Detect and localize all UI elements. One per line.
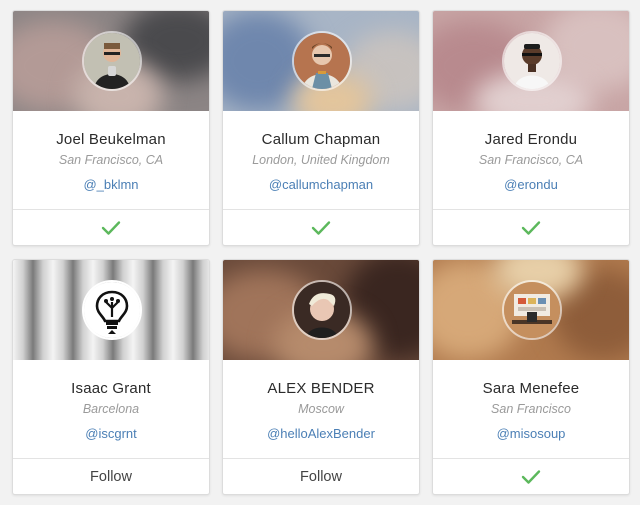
profile-card: Joel Beukelman San Francisco, CA @_bklmn	[12, 10, 210, 246]
profile-location: Barcelona	[82, 402, 140, 416]
checkmark-icon	[101, 220, 121, 236]
follow-button[interactable]: Follow	[13, 458, 209, 494]
profile-location: Moscow	[298, 402, 344, 416]
checkmark-icon	[521, 220, 541, 236]
follow-button[interactable]: Follow	[223, 458, 419, 494]
profile-card: Callum Chapman London, United Kingdom @c…	[222, 10, 420, 246]
profile-name: Jared Erondu	[484, 131, 578, 148]
avatar[interactable]	[292, 31, 352, 91]
checkmark-icon	[521, 469, 541, 485]
profile-card: Sara Menefee San Francisco @misosoup	[432, 259, 630, 495]
avatar[interactable]	[502, 280, 562, 340]
profile-location: San Francisco, CA	[478, 153, 584, 167]
profile-card: ALEX BENDER Moscow @helloAlexBender Foll…	[222, 259, 420, 495]
avatar[interactable]	[502, 31, 562, 91]
profile-name: Joel Beukelman	[56, 131, 166, 148]
profile-location: San Francisco, CA	[58, 153, 164, 167]
profile-handle-link[interactable]: @erondu	[433, 177, 629, 192]
avatar[interactable]	[82, 31, 142, 91]
profile-name: Sara Menefee	[482, 380, 580, 397]
following-toggle[interactable]	[223, 209, 419, 245]
people-grid: Joel Beukelman San Francisco, CA @_bklmn	[0, 0, 640, 505]
profile-handle-link[interactable]: @helloAlexBender	[223, 426, 419, 441]
profile-card: Jared Erondu San Francisco, CA @erondu	[432, 10, 630, 246]
checkmark-icon	[311, 220, 331, 236]
profile-handle-link[interactable]: @iscgrnt	[13, 426, 209, 441]
profile-location: London, United Kingdom	[252, 153, 390, 167]
profile-location: San Francisco	[491, 402, 571, 416]
profile-name: ALEX BENDER	[267, 380, 375, 397]
following-toggle[interactable]	[433, 458, 629, 494]
profile-name: Callum Chapman	[261, 131, 381, 148]
follow-button-label: Follow	[90, 468, 132, 485]
profile-name: Isaac Grant	[71, 380, 151, 397]
profile-handle-link[interactable]: @callumchapman	[223, 177, 419, 192]
follow-button-label: Follow	[300, 468, 342, 485]
profile-handle-link[interactable]: @_bklmn	[13, 177, 209, 192]
following-toggle[interactable]	[433, 209, 629, 245]
avatar[interactable]	[292, 280, 352, 340]
avatar[interactable]	[82, 280, 142, 340]
following-toggle[interactable]	[13, 209, 209, 245]
profile-card: Isaac Grant Barcelona @iscgrnt Follow	[12, 259, 210, 495]
profile-handle-link[interactable]: @misosoup	[433, 426, 629, 441]
